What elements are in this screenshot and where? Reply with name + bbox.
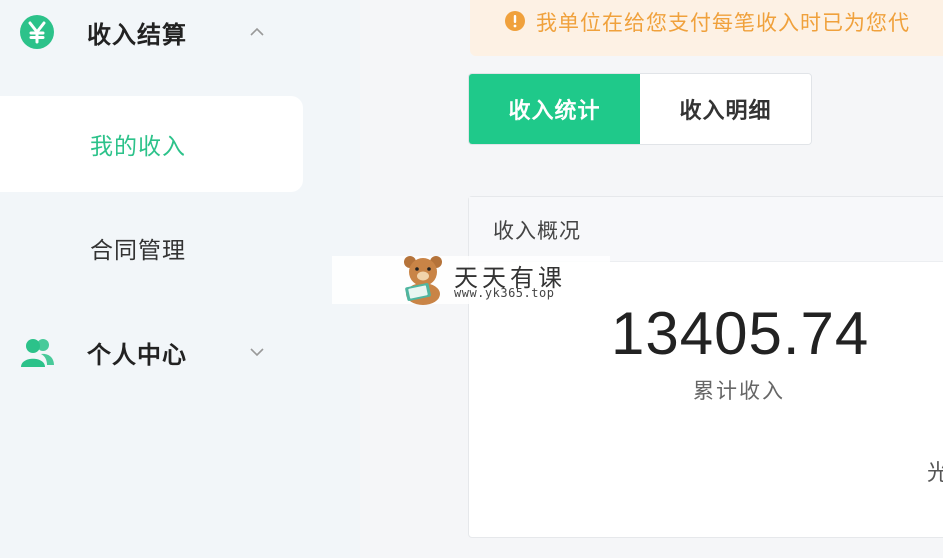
watermark-url: www.yk365.top bbox=[454, 286, 555, 300]
sidebar-item-label: 我的收入 bbox=[90, 134, 186, 160]
total-income-label: 累计收入 bbox=[693, 379, 785, 403]
sidebar-item-my-income[interactable]: 我的收入 bbox=[0, 96, 303, 192]
notice-banner: 我单位在给您支付每笔收入时已为您代 bbox=[470, 0, 943, 56]
chevron-down-icon[interactable] bbox=[248, 343, 266, 361]
card-header: 收入概况 bbox=[469, 197, 943, 262]
tab-income-statistics[interactable]: 收入统计 bbox=[469, 74, 640, 144]
menu-group-label: 收入结算 bbox=[87, 20, 187, 49]
chevron-up-icon[interactable] bbox=[248, 23, 266, 41]
total-income-amount: 13405.74 bbox=[611, 300, 870, 367]
sidebar-item-contract-management[interactable]: 合同管理 bbox=[0, 200, 303, 296]
sidebar-item-label: 合同管理 bbox=[90, 238, 186, 264]
sidebar: 收入结算 我的收入 合同管理 个人中心 bbox=[0, 0, 360, 558]
yen-circle-icon bbox=[20, 15, 54, 49]
income-overview-card: 收入概况 13405.74 累计收入 光 bbox=[468, 196, 943, 538]
bear-logo-icon bbox=[404, 256, 442, 305]
menu-group-personal-center[interactable]: 个人中心 bbox=[0, 320, 360, 384]
notice-text: 我单位在给您支付每笔收入时已为您代 bbox=[536, 11, 910, 35]
card-title: 收入概况 bbox=[493, 219, 581, 243]
tab-bar: 收入统计 收入明细 bbox=[468, 73, 812, 145]
tab-income-details[interactable]: 收入明细 bbox=[640, 74, 811, 144]
users-icon bbox=[21, 339, 54, 367]
exclamation-circle-icon bbox=[505, 11, 525, 31]
menu-group-income-settlement[interactable]: 收入结算 bbox=[0, 0, 360, 64]
menu-group-label: 个人中心 bbox=[87, 340, 187, 369]
partial-text: 光 bbox=[927, 461, 943, 486]
watermark: 天天有课 www.yk365.top bbox=[332, 256, 610, 305]
